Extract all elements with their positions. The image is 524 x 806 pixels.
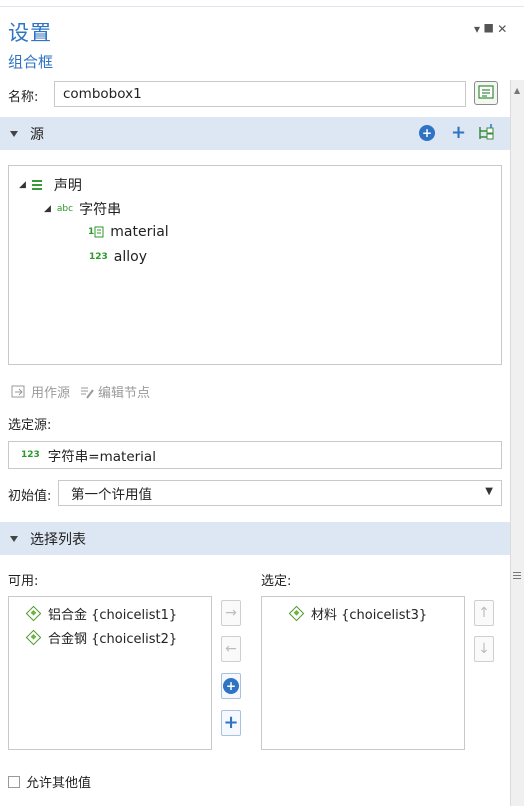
use-as-source-icon — [11, 385, 25, 397]
expand-triangle-icon[interactable]: ◢ — [44, 204, 51, 214]
add-circle-icon[interactable]: + — [419, 125, 435, 141]
node-type-title: 组合框 — [8, 53, 54, 71]
initial-value-label: 初始值: — [8, 489, 52, 504]
add-item-button[interactable]: + — [221, 710, 241, 736]
name-edit-button[interactable] — [474, 81, 498, 105]
source-tree[interactable]: ◢ 声明 ◢ abc 字符串 1 material 123 alloy — [8, 165, 502, 365]
section-choice-list-title: 选择列表 — [30, 531, 86, 548]
expand-triangle-icon[interactable]: ◢ — [19, 180, 26, 190]
selected-source-label: 选定源: — [8, 418, 52, 433]
panel-top-border — [0, 0, 524, 7]
edit-node-button[interactable]: 编辑节点 — [98, 382, 150, 401]
move-up-button[interactable]: ↑ — [474, 600, 494, 626]
collapse-triangle-icon — [10, 130, 18, 137]
dropdown-arrow-icon[interactable]: ▼ — [485, 486, 493, 497]
allow-other-values-row[interactable]: 允许其他值 — [8, 772, 91, 791]
section-source-header[interactable]: 源 + + — [0, 117, 510, 150]
name-label: 名称: — [8, 90, 39, 105]
allow-other-values-label: 允许其他值 — [26, 776, 92, 791]
use-as-source-button[interactable]: 用作源 — [31, 382, 70, 401]
move-left-button[interactable]: ← — [221, 636, 241, 662]
collapse-triangle-icon — [10, 535, 18, 542]
string-type-icon: abc — [56, 204, 74, 214]
move-right-button[interactable]: → — [221, 600, 241, 626]
numeric-variable-icon: 123 — [21, 450, 40, 460]
selected-list[interactable]: 材料 {choicelist3} — [261, 596, 465, 750]
selected-item[interactable]: 材料 {choicelist3} — [288, 604, 427, 623]
panel-window-controls[interactable]: ▾ ⯀ ✕ — [474, 22, 524, 37]
available-label: 可用: — [8, 574, 39, 589]
arrow-left-icon: ← — [225, 641, 237, 657]
add-tree-node-icon[interactable] — [477, 123, 499, 143]
add-choice-list-button[interactable]: + — [221, 673, 241, 699]
section-source-title: 源 — [30, 126, 44, 143]
tree-row-declarations[interactable]: ◢ 声明 — [19, 175, 82, 195]
move-down-button[interactable]: ↓ — [474, 636, 494, 662]
selected-source-field: 123 字符串=material — [8, 441, 502, 469]
scroll-up-icon[interactable]: ▲ — [514, 86, 520, 95]
tree-toolbar: 用作源 编辑节点 — [11, 382, 150, 401]
numeric-variable-icon: 123 — [89, 252, 108, 262]
choice-list-icon — [25, 605, 42, 622]
tree-row-material[interactable]: 1 material — [88, 224, 169, 240]
right-scrollbar[interactable]: ▲ — [510, 80, 524, 806]
arrow-right-icon: → — [225, 605, 237, 621]
initial-value-select[interactable]: 第一个许用值 ▼ — [58, 480, 502, 506]
section-choice-list-header[interactable]: 选择列表 — [0, 522, 510, 555]
add-icon: + — [223, 712, 239, 733]
tree-row-string[interactable]: ◢ abc 字符串 — [44, 199, 121, 219]
splitter-grip-icon[interactable] — [513, 570, 521, 581]
edit-node-icon — [80, 385, 94, 399]
allow-other-values-checkbox[interactable] — [8, 775, 20, 788]
arrow-down-icon: ↓ — [478, 641, 490, 657]
name-field[interactable]: combobox1 — [54, 81, 466, 107]
declarations-icon — [31, 178, 42, 192]
tree-row-alloy[interactable]: 123 alloy — [89, 249, 147, 265]
add-circle-icon: + — [223, 678, 239, 694]
add-icon[interactable]: + — [451, 124, 466, 142]
string-variable-icon: 1 — [88, 226, 104, 238]
notes-icon — [478, 85, 494, 99]
choice-list-icon — [25, 629, 42, 646]
panel-title: 设置 — [8, 21, 52, 45]
available-item[interactable]: 铝合金 {choicelist1} — [25, 604, 177, 623]
available-list[interactable]: 铝合金 {choicelist1} 合金钢 {choicelist2} — [8, 596, 212, 750]
choice-list-icon — [288, 605, 305, 622]
arrow-up-icon: ↑ — [478, 605, 490, 621]
available-item[interactable]: 合金钢 {choicelist2} — [25, 628, 177, 647]
selected-label: 选定: — [261, 574, 292, 589]
